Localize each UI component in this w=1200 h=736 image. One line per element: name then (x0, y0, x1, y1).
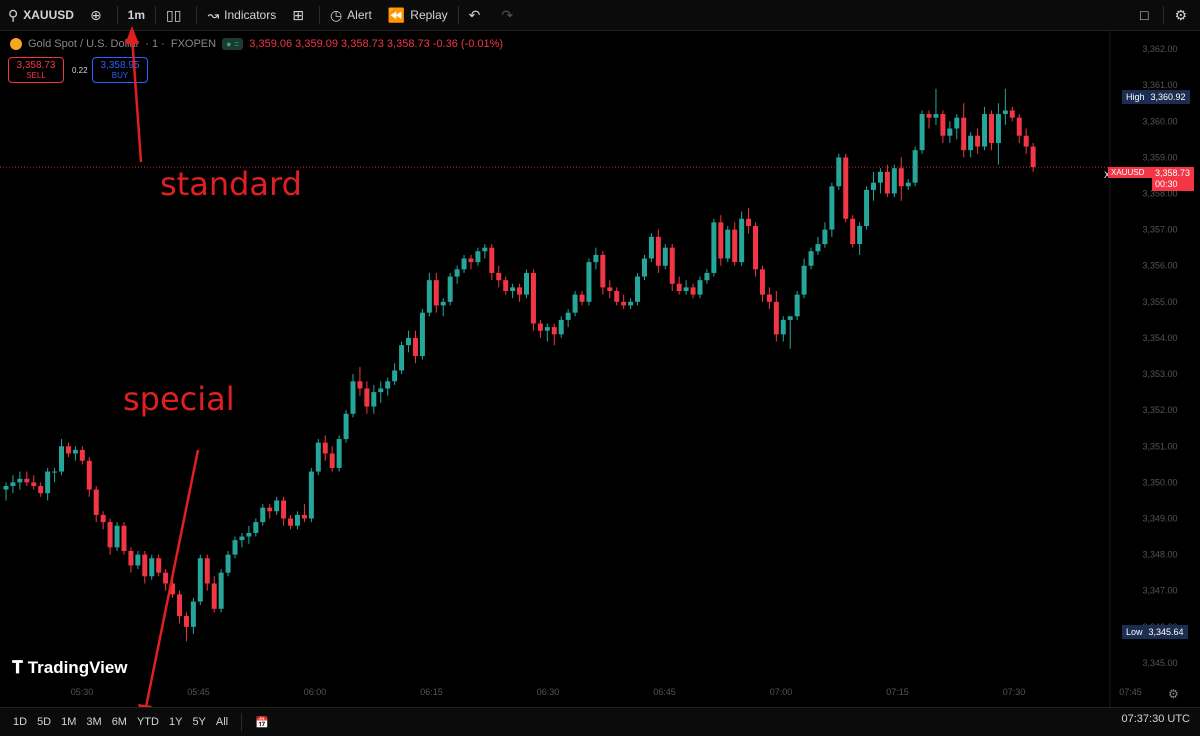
range-all[interactable]: All (211, 716, 233, 728)
arrow-to-interval (130, 35, 143, 163)
range-3m[interactable]: 3M (81, 716, 106, 728)
calendar-icon: 📅 (255, 716, 269, 729)
range-ytd[interactable]: YTD (132, 716, 164, 728)
goto-date-button[interactable]: 📅 (250, 716, 274, 729)
tradingview-logo: 𝐓 TradingView (12, 658, 128, 678)
tradingview-brand: TradingView (27, 658, 128, 677)
time-display[interactable]: 07:37:30 UTC (1122, 713, 1190, 725)
arrow-to-ytd (143, 449, 200, 713)
annotation-arrows (125, 26, 200, 722)
chart-settings-icon[interactable]: ⚙ (1168, 687, 1179, 701)
range-1y[interactable]: 1Y (164, 716, 187, 728)
range-1m[interactable]: 1M (56, 716, 81, 728)
divider (241, 713, 243, 731)
range-5d[interactable]: 5D (32, 716, 56, 728)
tradingview-logo-icon: 𝐓 (12, 658, 23, 677)
range-5y[interactable]: 5Y (187, 716, 210, 728)
range-6m[interactable]: 6M (107, 716, 132, 728)
bottom-toolbar: 1D 5D 1M 3M 6M YTD 1Y 5Y All 📅 (0, 707, 1200, 736)
arrow-head-up (125, 26, 139, 44)
range-1d[interactable]: 1D (8, 716, 32, 728)
